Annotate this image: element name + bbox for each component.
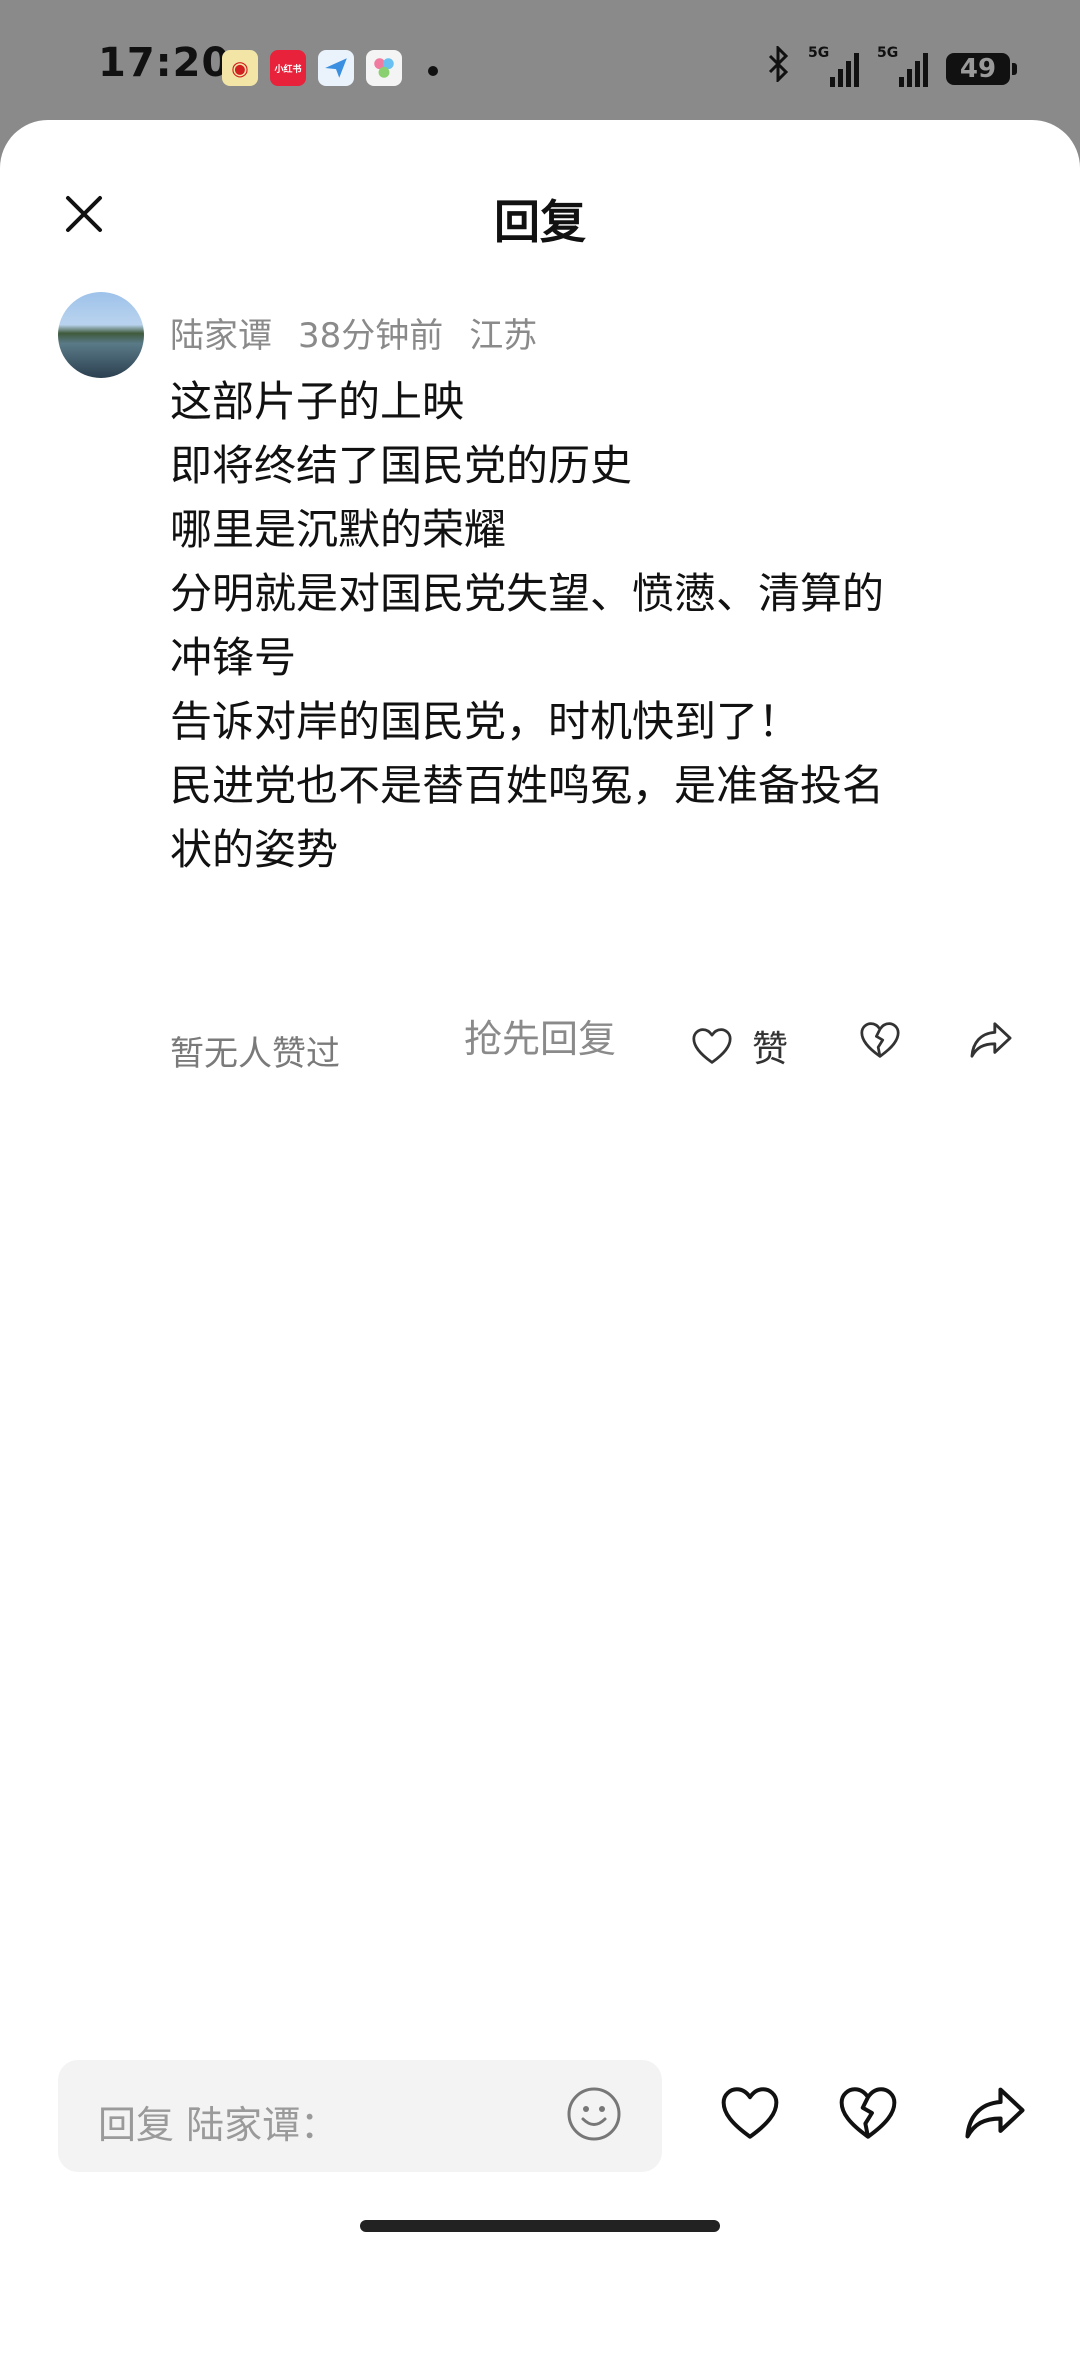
comment-meta: 陆家谭 38分钟前 江苏	[170, 308, 537, 357]
signal-icon: 5G	[877, 45, 928, 87]
message-icon	[318, 50, 354, 86]
reply-bar: 回复 陆家谭：	[0, 2060, 1080, 2180]
comment-line: 民进党也不是替百姓鸣冤，是准备投名	[170, 761, 885, 810]
bottom-like-button[interactable]	[718, 2084, 782, 2146]
status-bar: 17:20 ◉ 小红书 5G 5G 49	[0, 0, 1080, 130]
bottom-dislike-button[interactable]	[836, 2084, 900, 2146]
sheet-header: 回复	[0, 160, 1080, 260]
status-indicators: 5G 5G 49	[766, 44, 1017, 91]
reply-placeholder: 回复 陆家谭：	[98, 2103, 339, 2147]
bluetooth-icon	[766, 44, 790, 91]
comment-line: 这部片子的上映	[170, 377, 465, 426]
first-reply-link[interactable]: 抢先回复	[0, 1008, 1080, 1063]
comment-line: 即将终结了国民党的历史	[170, 441, 633, 490]
comment-location: 江苏	[469, 316, 538, 356]
app-icon	[366, 50, 402, 86]
emoji-icon	[567, 2087, 621, 2141]
battery-icon: 49	[946, 52, 1017, 85]
broken-heart-icon	[839, 2087, 897, 2139]
avatar[interactable]	[58, 292, 144, 378]
comment-line: 状的姿势	[170, 825, 339, 874]
reply-input[interactable]: 回复 陆家谭：	[58, 2060, 662, 2172]
comment-line: 冲锋号	[170, 633, 297, 682]
reply-sheet: 回复 陆家谭 38分钟前 江苏 这部片子的上映 即将终结了国民党的历史 哪里是沉…	[0, 120, 1080, 2374]
page-title: 回复	[494, 195, 586, 249]
weibo-icon: ◉	[222, 50, 258, 86]
comment-time: 38分钟前	[298, 316, 444, 356]
notification-app-icons: ◉ 小红书	[222, 50, 402, 86]
comment-line: 分明就是对国民党失望、愤懑、清算的	[170, 569, 885, 618]
xiaohongshu-icon: 小红书	[270, 50, 306, 86]
status-time: 17:20	[98, 40, 231, 86]
comment-line: 哪里是沉默的荣耀	[170, 505, 507, 554]
signal-icon: 5G	[808, 45, 859, 87]
signal-5g-label: 5G	[808, 44, 830, 61]
signal-5g-label: 5G	[877, 44, 899, 61]
comment-line: 告诉对岸的国民党，时机快到了！	[170, 697, 801, 746]
share-icon	[965, 2087, 1025, 2139]
more-notifications-dot	[428, 66, 438, 76]
author-name[interactable]: 陆家谭	[170, 308, 272, 357]
heart-icon	[721, 2087, 779, 2139]
home-indicator[interactable]	[360, 2220, 720, 2232]
comment-body: 这部片子的上映 即将终结了国民党的历史 哪里是沉默的荣耀 分明就是对国民党失望、…	[170, 370, 1020, 882]
emoji-button[interactable]	[566, 2086, 622, 2146]
bottom-share-button[interactable]	[962, 2084, 1028, 2146]
